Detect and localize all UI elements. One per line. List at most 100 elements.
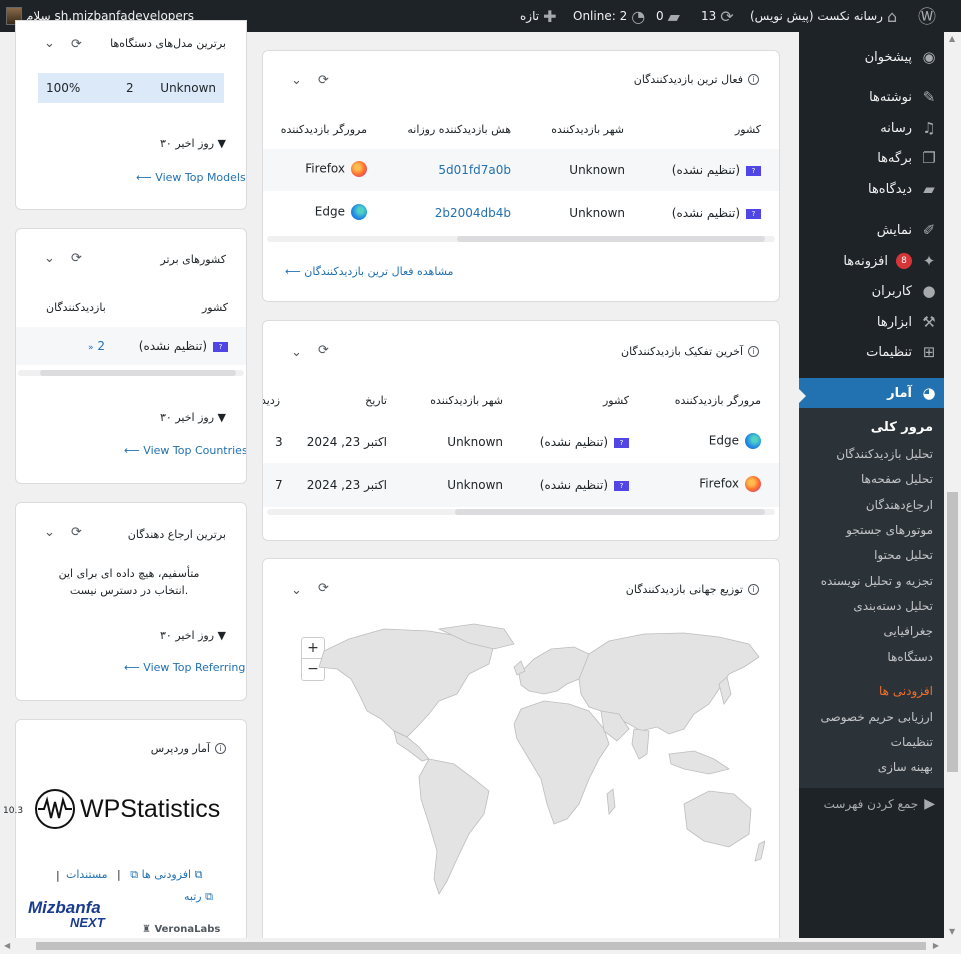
view-active-visitors-link[interactable]: ⟵ مشاهده فعال ترین بازدیدکنندگان — [285, 265, 453, 278]
updates-button[interactable]: 13 ⟳ — [701, 0, 734, 32]
view-top-countries-link[interactable]: ⟵ View Top Countries — [124, 444, 246, 457]
scroll-right-icon[interactable]: ▶ — [933, 941, 939, 950]
col-country: کشور — [602, 394, 629, 407]
indonesia — [668, 750, 730, 775]
country-cell: (تنظیم نشده)? — [672, 163, 761, 177]
view-top-referring-link[interactable]: ⟵ View Top Referring — [124, 661, 245, 674]
arrow-left-icon: ⟵ — [124, 661, 140, 674]
menu-media[interactable]: رسانه ♫ — [799, 113, 960, 143]
chevron-down-icon[interactable]: ⌄ — [44, 525, 55, 540]
collapse-menu-button[interactable]: جمع کردن فهرست ▶ — [824, 796, 935, 812]
browser-cell: Edge — [709, 433, 761, 449]
scroll-left-icon[interactable]: ◀ — [4, 941, 10, 950]
hash-link[interactable]: 2b2004db4b — [435, 206, 511, 220]
submenu-referrals[interactable]: ارجاع‌دهندگان — [866, 498, 933, 512]
menu-posts[interactable]: نوشته‌ها ✎ — [799, 82, 960, 112]
info-icon: i — [748, 346, 759, 357]
submenu-category[interactable]: تحلیل دسته‌بندی — [853, 599, 933, 613]
scrollbar-thumb[interactable] — [947, 492, 958, 772]
horizontal-scrollbar[interactable] — [267, 509, 775, 515]
online-users[interactable]: Online: 2 ◔ — [573, 0, 645, 32]
model-row: Unknown 2 100% — [38, 73, 224, 103]
submenu-geographic[interactable]: جغرافیایی — [883, 624, 933, 638]
flag-icon: ? — [614, 480, 629, 491]
period-select[interactable]: ۳۰ روز اخیر ▼ — [160, 629, 226, 642]
refresh-icon[interactable]: ⟳ — [318, 343, 329, 358]
logo-text: WPStatistics — [80, 794, 221, 823]
submenu-devices[interactable]: دستگاه‌ها — [887, 650, 933, 664]
comments-button[interactable]: 0 ▰ — [656, 0, 680, 32]
submenu-pages[interactable]: تحلیل صفحه‌ها — [861, 472, 933, 486]
city-cell: Unknown — [447, 435, 503, 449]
city-cell: Unknown — [569, 163, 625, 177]
scrollbar-thumb[interactable] — [36, 942, 926, 950]
settings-icon: ⊞ — [922, 343, 936, 361]
menu-dashboard[interactable]: پیشخوان ◉ — [799, 42, 960, 72]
new-content-button[interactable]: تازه ✚ — [520, 0, 556, 32]
period-select[interactable]: ۳۰ روز اخیر ▼ — [160, 137, 226, 150]
menu-statistics[interactable]: آمار ◕ — [799, 378, 960, 408]
period-select[interactable]: ۳۰ روز اخیر ▼ — [160, 411, 226, 424]
world-map-panel: توزیع جهانی بازدیدکنندگان i ⟳ ⌄ + − — [262, 558, 780, 942]
chevron-down-icon[interactable]: ⌄ — [44, 251, 55, 266]
external-link-icon: ⧉ — [194, 868, 203, 881]
vertical-scrollbar[interactable]: ▲ ▼ — [944, 32, 961, 938]
menu-appearance[interactable]: نمایش ✐ — [799, 215, 960, 245]
wordpress-logo-icon[interactable]: Ⓦ — [918, 0, 936, 32]
col-country: کشور — [201, 301, 228, 314]
site-name-link[interactable]: رسانه نکست (پیش نویس) ⌂ — [750, 0, 897, 32]
submenu-overview[interactable]: مرور کلی — [871, 420, 933, 435]
submenu-author[interactable]: تجزیه و تحلیل نویسنده — [821, 574, 933, 588]
rate-link[interactable]: رتبه ⧉ — [184, 890, 213, 904]
submenu-visitors[interactable]: تحلیل بازدیدکنندگان — [836, 447, 933, 461]
menu-settings[interactable]: تنظیمات ⊞ — [799, 337, 960, 367]
hash-link[interactable]: 5d01fd7a0b — [438, 163, 511, 177]
addons-link[interactable]: افزودنی ها ⧉ — [130, 868, 191, 881]
views-cell: 7 — [275, 478, 283, 492]
world-map[interactable] — [289, 619, 765, 939]
chevron-down-icon[interactable]: ⌄ — [291, 345, 302, 360]
refresh-icon[interactable]: ⟳ — [318, 73, 329, 88]
period-label: ۳۰ روز اخیر — [160, 629, 215, 642]
submenu-settings[interactable]: تنظیمات — [891, 735, 933, 749]
flag-icon: ? — [746, 165, 761, 176]
refresh-icon[interactable]: ⟳ — [318, 581, 329, 596]
chevron-down-icon[interactable]: ⌄ — [291, 583, 302, 598]
menu-users[interactable]: کاربران ● — [799, 276, 960, 306]
submenu-addons[interactable]: افزودنی ها — [879, 684, 933, 698]
new-label: تازه — [520, 9, 540, 23]
external-link-icon: ⧉ — [205, 890, 213, 903]
horizontal-scrollbar[interactable] — [18, 370, 244, 376]
scroll-down-icon[interactable]: ▼ — [949, 927, 955, 936]
flag-icon: ? — [746, 208, 761, 219]
active-visitors-panel: فعال ترین بازدیدکنندگان i ⟳ ⌄ کشور شهر با… — [262, 50, 780, 302]
refresh-icon[interactable]: ⟳ — [71, 525, 82, 540]
mizbanfa-logo: Mizbanfa NEXT — [28, 898, 105, 930]
refresh-icon[interactable]: ⟳ — [71, 37, 82, 52]
plugin-icon: ✦ — [922, 252, 936, 270]
brush-icon: ✐ — [922, 221, 936, 239]
submenu-content[interactable]: تحلیل محتوا — [874, 548, 933, 562]
comments-count: 0 — [656, 9, 664, 23]
horizontal-page-scrollbar[interactable]: ◀ ▶ — [0, 938, 961, 954]
refresh-icon[interactable]: ⟳ — [71, 251, 82, 266]
submenu-search-engines[interactable]: موتورهای جستجو — [846, 523, 933, 537]
submenu-privacy[interactable]: ارزیابی حریم خصوصی — [821, 710, 933, 724]
scroll-up-icon[interactable]: ▲ — [949, 34, 955, 43]
horizontal-scrollbar[interactable] — [267, 236, 775, 242]
menu-label: پیشخوان — [864, 49, 912, 65]
chevron-down-icon[interactable]: ⌄ — [44, 36, 55, 51]
submenu-optimization[interactable]: بهینه سازی — [878, 760, 933, 774]
date-cell: اکتبر 23, 2024 — [306, 478, 387, 492]
city-cell: Unknown — [569, 206, 625, 220]
menu-tools[interactable]: ابزارها ⚒ — [799, 307, 960, 337]
menu-comments[interactable]: دیدگاه‌ها ▰ — [799, 174, 960, 204]
view-top-models-link[interactable]: ⟵ View Top Models — [136, 171, 246, 184]
site-name: رسانه نکست (پیش نویس) — [750, 9, 883, 23]
menu-pages[interactable]: برگه‌ها ❐ — [799, 143, 960, 173]
chevron-down-icon[interactable]: ⌄ — [291, 73, 302, 88]
country-count-link[interactable]: » 2 — [88, 339, 105, 353]
menu-plugins[interactable]: افزونه‌ها 8 ✦ — [799, 246, 960, 276]
country-cell: (تنظیم نشده)? — [540, 478, 629, 492]
online-label: Online: 2 — [573, 9, 628, 23]
